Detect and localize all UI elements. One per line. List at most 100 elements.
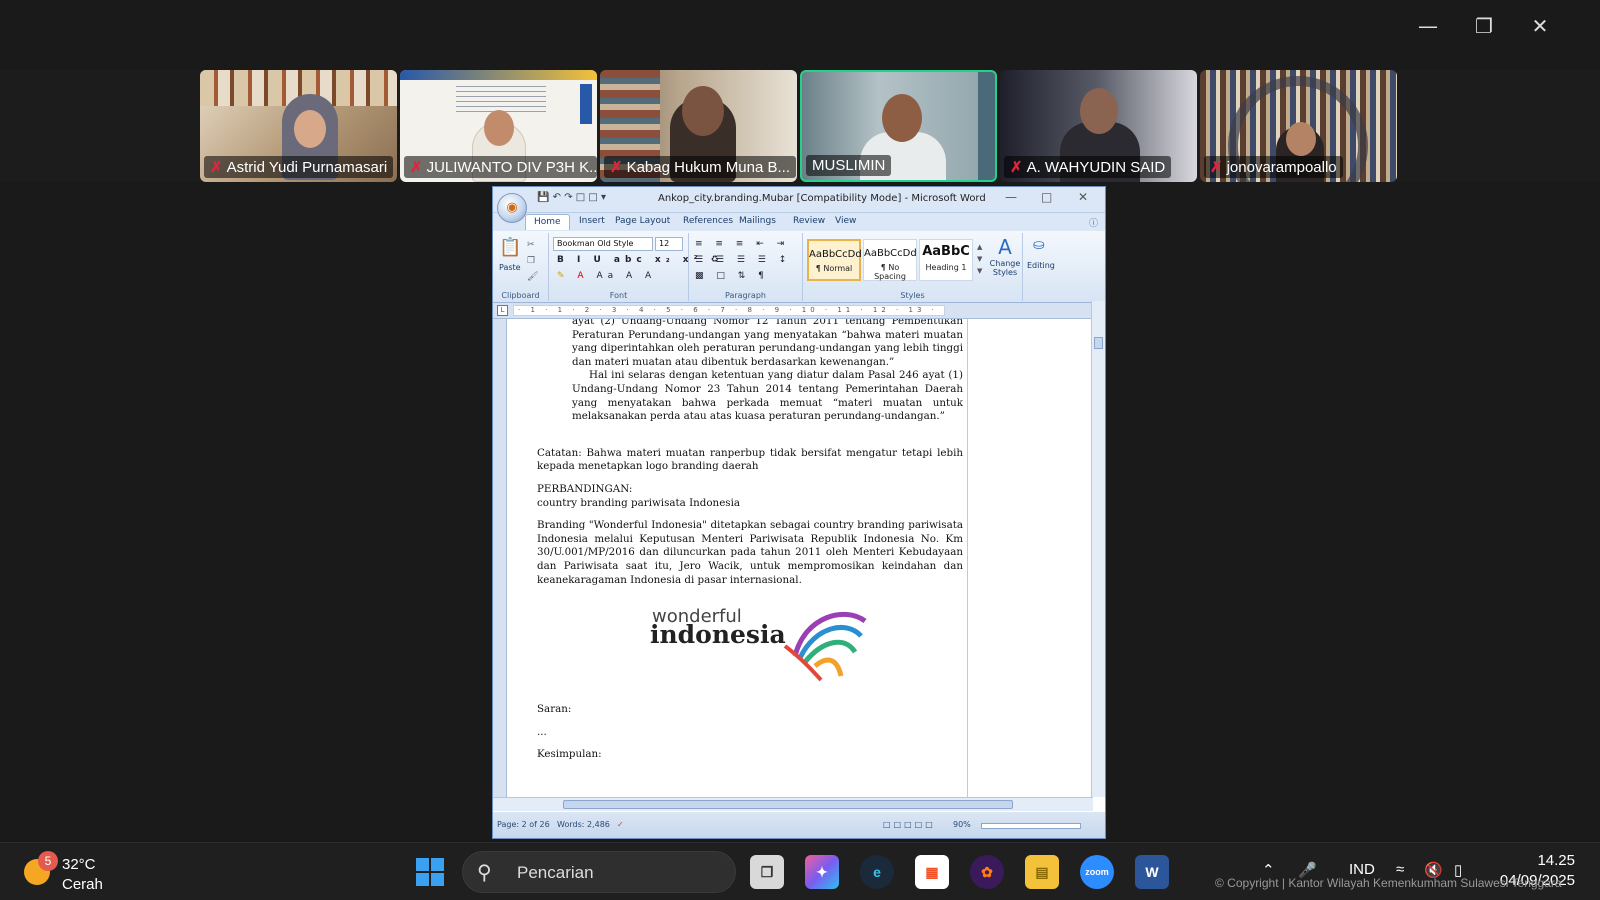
horizontal-scroll-thumb[interactable]	[563, 800, 1013, 809]
zoom-icon[interactable]: zoom	[1080, 855, 1114, 889]
garuda-bird-icon	[783, 612, 867, 682]
country-branding-line: country branding pariwisata Indonesia	[537, 496, 741, 509]
close-icon[interactable]: ✕	[1520, 12, 1560, 40]
weather-condition: Cerah	[62, 876, 103, 893]
notification-badge: 5	[38, 851, 58, 871]
font-size-box[interactable]: 12	[655, 237, 683, 251]
paste-label[interactable]: Paste	[499, 263, 521, 272]
vertical-scroll-thumb[interactable]	[1094, 337, 1103, 349]
shading-buttons[interactable]: ▩ □ ⇅ ¶	[695, 271, 769, 281]
participant-tile-active-speaker[interactable]: MUSLIMIN	[800, 70, 997, 182]
branding-paragraph: Branding "Wonderful Indonesia" ditetapka…	[537, 519, 963, 586]
tab-page-layout[interactable]: Page Layout	[615, 216, 670, 226]
restore-icon[interactable]: ❐	[1464, 12, 1504, 40]
word-minimize-icon[interactable]: —	[1005, 190, 1017, 204]
office-button[interactable]: ◉	[497, 193, 527, 223]
style-normal[interactable]: AaBbCcDd ¶ Normal	[807, 239, 862, 281]
tab-mailings[interactable]: Mailings	[739, 216, 776, 226]
participant-name: ✗ A. WAHYUDIN SAID	[1004, 156, 1172, 178]
font-name-box[interactable]: Bookman Old Style	[553, 237, 653, 251]
change-styles-button[interactable]: A Change Styles	[989, 235, 1021, 277]
quick-access-toolbar[interactable]: 💾 ↶ ↷ □ □ ▾	[537, 192, 606, 203]
clock-time: 14.25	[1537, 852, 1575, 869]
participant-tile[interactable]: ✗ jonovarampoallo	[1200, 70, 1397, 182]
mic-muted-icon: ✗	[610, 159, 623, 176]
word-count[interactable]: Words: 2,486	[557, 820, 610, 829]
participant-tile[interactable]: ✗ Kabag Hukum Muna B...	[600, 70, 797, 182]
proofing-icon[interactable]: ✓	[617, 820, 624, 829]
font-group: Bookman Old Style 12 B I U abc x₂ x² ♻ ✎…	[549, 233, 719, 301]
mic-muted-icon: ✗	[410, 159, 423, 176]
tab-home[interactable]: Home	[525, 214, 570, 230]
tab-review[interactable]: Review	[793, 216, 825, 226]
minimize-icon[interactable]: —	[1408, 12, 1448, 40]
participant-name: ✗ JULIWANTO DIV P3H K...	[404, 156, 597, 178]
participant-name: ✗ Kabag Hukum Muna B...	[604, 156, 796, 178]
help-icon[interactable]: ⓘ	[1089, 216, 1098, 229]
list-buttons[interactable]: ≡ ≡ ≡ ⇤ ⇥	[695, 239, 789, 249]
zoom-slider[interactable]	[981, 823, 1081, 829]
tab-references[interactable]: References	[683, 216, 733, 226]
wonderful-indonesia-logo: wonderful indonesia	[537, 596, 963, 691]
search-icon: ⚲	[477, 862, 492, 884]
participant-name: ✗ jonovarampoallo	[1204, 156, 1343, 178]
paragraph-group: ≡ ≡ ≡ ⇤ ⇥ ☰ ☰ ☰ ☰ ↕ ▩ □ ⇅ ¶ Paragraph	[689, 233, 803, 301]
search-placeholder: Pencarian	[517, 863, 594, 882]
windows-taskbar: 5 32°C Cerah ⚲ Pencarian ❐ ✦ e ▦ ✿ ▤ zoom…	[0, 842, 1600, 900]
document-title: Ankop_city.branding.Mubar [Compatibility…	[658, 193, 986, 204]
task-view-icon[interactable]: ❐	[750, 855, 784, 889]
tab-insert[interactable]: Insert	[579, 216, 605, 226]
word-title-bar: 💾 ↶ ↷ □ □ ▾ Ankop_city.branding.Mubar [C…	[493, 187, 1105, 213]
tab-selector-icon[interactable]: L	[497, 305, 508, 316]
word-close-icon[interactable]: ✕	[1078, 190, 1088, 204]
perbandingan-heading: PERBANDINGAN:	[537, 482, 633, 495]
participant-name: ✗ Astrid Yudi Purnamasari	[204, 156, 394, 178]
kesimpulan-heading: Kesimpulan:	[537, 748, 602, 761]
zoom-level[interactable]: 90%	[953, 820, 971, 829]
word-window: ◉ 💾 ↶ ↷ □ □ ▾ Ankop_city.branding.Mubar …	[492, 186, 1106, 839]
binoculars-icon: ⛀	[1033, 237, 1045, 253]
document-page[interactable]: ayat (2) Undang-Undang Nomor 12 Tahun 20…	[507, 319, 967, 797]
firefox-icon[interactable]: ✿	[970, 855, 1004, 889]
vertical-ruler[interactable]	[493, 319, 507, 797]
page-count[interactable]: Page: 2 of 26	[497, 820, 550, 829]
word-icon[interactable]: W	[1135, 855, 1169, 889]
copyright-watermark: © Copyright | Kantor Wilayah Kemenkumham…	[1215, 876, 1562, 890]
horizontal-ruler[interactable]: L · 1 · 1 · 2 · 3 · 4 · 5 · 6 · 7 · 8 · …	[493, 303, 1105, 319]
vertical-scrollbar[interactable]	[1091, 301, 1105, 797]
taskbar-search[interactable]: ⚲ Pencarian	[462, 851, 736, 893]
styles-group: AaBbCcDd ¶ Normal AaBbCcDd ¶ No Spacing Aa…	[803, 233, 1023, 301]
paragraph-2: Hal ini selaras dengan ketentuan yang di…	[572, 369, 963, 423]
mic-muted-icon: ✗	[210, 159, 223, 176]
word-status-bar: Page: 2 of 26 Words: 2,486 ✓ □□□□□ 90%	[493, 812, 1105, 838]
tab-view[interactable]: View	[835, 216, 856, 226]
ribbon-tabs: Home Insert Page Layout References Maili…	[493, 213, 1105, 231]
participant-tile[interactable]: ✗ A. WAHYUDIN SAID	[1000, 70, 1197, 182]
file-explorer-icon[interactable]: ▤	[1025, 855, 1059, 889]
word-maximize-icon[interactable]: □	[1041, 190, 1052, 204]
view-buttons[interactable]: □□□□□	[883, 820, 936, 829]
change-styles-icon: A	[998, 235, 1012, 259]
mic-muted-icon: ✗	[1210, 159, 1223, 176]
editing-group[interactable]: ⛀ Editing	[1023, 233, 1063, 301]
color-buttons[interactable]: ✎ A Aa A A	[557, 271, 656, 281]
participant-name: MUSLIMIN	[806, 155, 892, 176]
edge-icon[interactable]: e	[860, 855, 894, 889]
styles-scroll-icon[interactable]: ▲ ▼ ▼	[977, 241, 982, 277]
style-heading-1[interactable]: AaBbC Heading 1	[919, 239, 973, 281]
cut-copy-icons[interactable]: ✂ ❐ 🖌	[527, 237, 538, 285]
align-buttons[interactable]: ☰ ☰ ☰ ☰ ↕	[695, 255, 791, 265]
paste-icon[interactable]: 📋	[499, 237, 521, 258]
clipboard-group: 📋 Paste ✂ ❐ 🖌 Clipboard	[493, 233, 549, 301]
zoom-top-bar: — ❐ ✕	[0, 0, 1600, 70]
participant-tile[interactable]: ✗ Astrid Yudi Purnamasari	[200, 70, 397, 182]
page-margin-area	[967, 319, 1093, 797]
participant-tile[interactable]: ✗ JULIWANTO DIV P3H K...	[400, 70, 597, 182]
horizontal-scrollbar[interactable]	[493, 797, 1093, 811]
style-no-spacing[interactable]: AaBbCcDd ¶ No Spacing	[863, 239, 917, 281]
start-button[interactable]	[416, 858, 444, 886]
temperature: 32°C	[62, 856, 96, 873]
store-icon[interactable]: ▦	[915, 855, 949, 889]
copilot-icon[interactable]: ✦	[805, 855, 839, 889]
paragraph-1: ayat (2) Undang-Undang Nomor 12 Tahun 20…	[572, 319, 963, 368]
